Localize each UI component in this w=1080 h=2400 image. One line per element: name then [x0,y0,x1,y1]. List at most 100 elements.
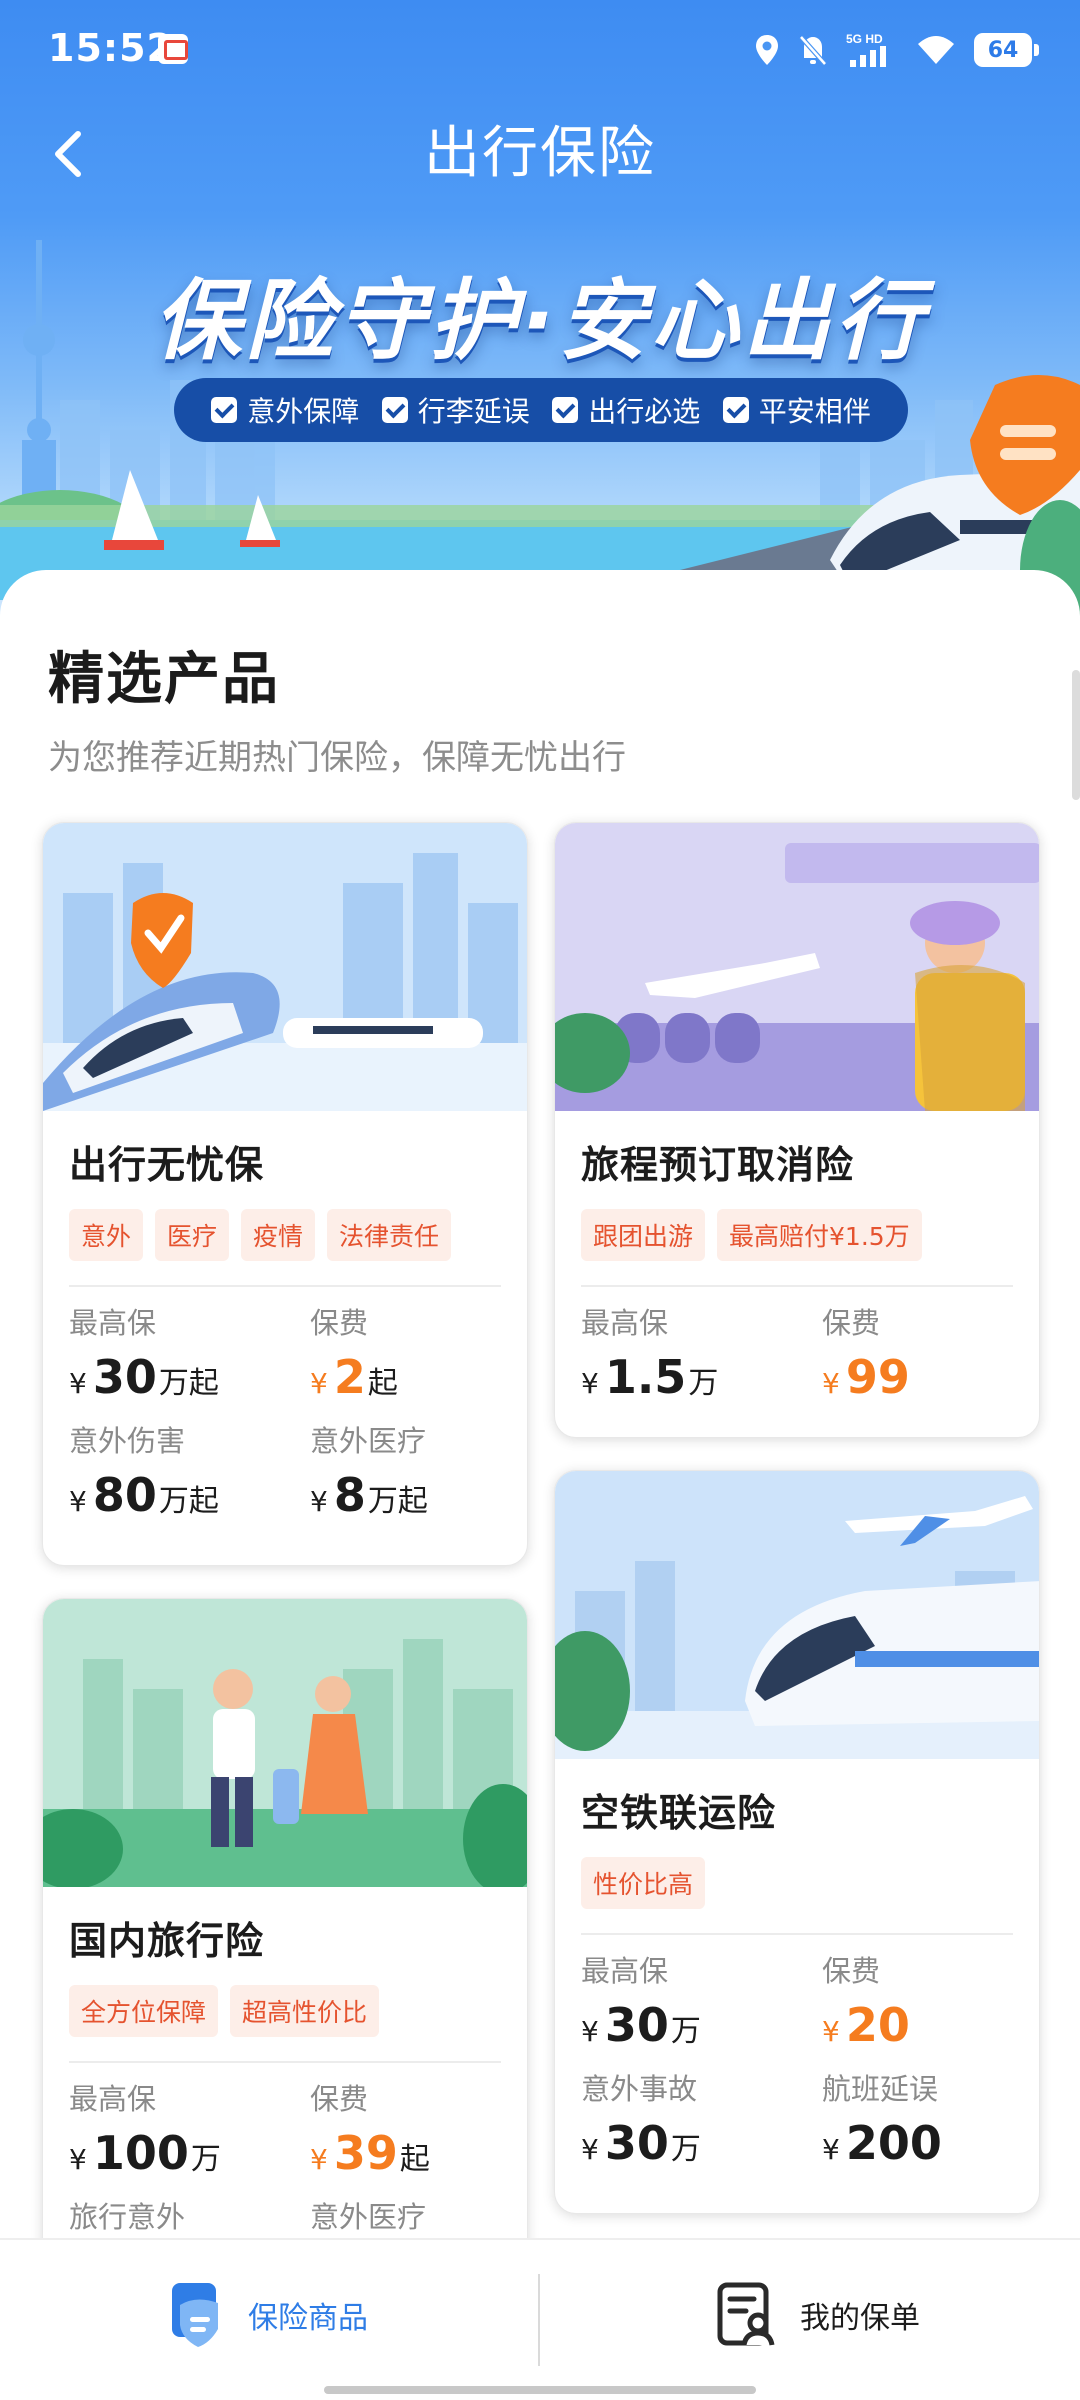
stat-label: 意外伤害 [69,1424,186,1458]
premium-value: ¥99 [822,1345,1032,1409]
stat-number: 200 [845,2116,942,2170]
bottom-tab-bar: 保险商品 我的保单 [0,2238,1080,2400]
stat-number: 100 [92,2126,189,2180]
premium-value: ¥39起 [310,2121,520,2185]
battery-indicator: 64 [974,33,1039,67]
currency-symbol: ¥ [69,1485,87,1518]
stat-label: 保费 [822,1306,881,1340]
stat-item: 意外医疗 [310,2195,520,2239]
stat-label: 最高保 [69,2082,157,2116]
product-card-air-rail[interactable]: 空铁联运险 性价比高 最高保 ¥30万 保费 ¥20 意外事故 ¥30万 航班延… [554,1470,1040,2214]
premium-value: ¥20 [822,1993,1032,2057]
signal-5g-icon: 5G HD [846,32,898,68]
stat-value: ¥8万起 [310,1463,520,1527]
stat-label: 意外医疗 [310,1424,427,1458]
stat-number: 2 [333,1350,366,1404]
product-name: 空铁联运险 [581,1791,777,1835]
stat-label: 航班延误 [822,2072,939,2106]
stat-label: 意外医疗 [310,2200,427,2234]
home-indicator[interactable] [324,2386,756,2394]
stat-item: 最高保 ¥30万起 [69,1301,310,1409]
stat-item: 航班延误 ¥200 [822,2067,1032,2175]
product-tags: 跟团出游 最高赔付¥1.5万 [581,1209,1013,1261]
stat-item: 保费 ¥99 [822,1301,1032,1409]
stat-unit: 万起 [158,1484,219,1519]
stat-unit: 万 [670,2014,701,2049]
tab-divider [538,2274,540,2366]
product-tag: 跟团出游 [581,1209,706,1261]
stat-number: 30 [604,1998,669,2052]
feature-label: 意外保障 [247,395,360,428]
product-tag: 最高赔付¥1.5万 [717,1209,922,1261]
stat-number: 30 [92,1350,157,1404]
stat-label: 最高保 [581,1954,669,1988]
stat-item: 保费 ¥20 [822,1949,1032,2057]
product-stats: 最高保 ¥30万起 保费 ¥2起 意外伤害 ¥80万起 意外医疗 ¥8万起 [69,1301,501,1527]
stat-value: ¥100万 [69,2121,310,2185]
header-banner: 15:52 5G HD 64 出行保险 保险守护·安心出行 意外保障 行李延误 … [0,0,1080,620]
product-tag: 超高性价比 [230,1985,380,2037]
stat-number: 1.5 [604,1350,687,1404]
stat-unit: 起 [399,2142,430,2177]
stat-value: ¥30万 [581,1993,822,2057]
stat-label: 最高保 [581,1306,669,1340]
stat-value: ¥1.5万 [581,1345,822,1409]
stat-unit: 万 [688,1366,719,1401]
check-icon [722,397,749,423]
tab-label: 保险商品 [248,2301,368,2336]
product-card-trip-cancellation[interactable]: 旅程预订取消险 跟团出游 最高赔付¥1.5万 最高保 ¥1.5万 保费 ¥99 [554,822,1040,1438]
tab-insurance-products[interactable]: 保险商品 [166,2240,368,2390]
stat-number: 30 [604,2116,669,2170]
currency-symbol: ¥ [581,2015,599,2048]
product-name: 国内旅行险 [69,1919,265,1963]
tab-label: 我的保单 [800,2301,920,2336]
product-tag: 意外 [69,1209,144,1261]
product-tags: 全方位保障 超高性价比 [69,1985,501,2037]
feature-pills: 意外保障 行李延误 出行必选 平安相伴 [174,378,908,442]
product-tag: 法律责任 [327,1209,452,1261]
stat-item: 最高保 ¥30万 [581,1949,822,2057]
feature-label: 平安相伴 [758,395,871,428]
check-icon [552,397,579,423]
currency-symbol: ¥ [822,2133,840,2166]
product-stats: 最高保 ¥100万 保费 ¥39起 旅行意外 意外医疗 [69,2077,501,2239]
product-name: 出行无忧保 [69,1143,265,1187]
tab-my-policies[interactable]: 我的保单 [716,2240,920,2390]
stat-number: 8 [333,1468,366,1522]
stat-item: 保费 ¥2起 [310,1301,520,1409]
stat-number: 39 [333,2126,398,2180]
feature-label: 行李延误 [417,395,530,428]
product-image [43,823,527,1111]
product-image [555,1471,1039,1759]
stat-label: 最高保 [69,1306,157,1340]
stat-value: ¥30万 [581,2111,822,2175]
stat-unit: 起 [367,1366,398,1401]
page-title: 出行保险 [424,121,656,186]
status-icons: 5G HD 64 [754,30,1039,70]
scrollbar[interactable] [1072,670,1080,800]
product-tag: 医疗 [155,1209,230,1261]
feature-label: 出行必选 [588,395,701,428]
stat-number: 20 [845,1998,910,2052]
feature-pill: 平安相伴 [722,390,871,430]
app-notification-icon [158,34,188,64]
check-icon [211,397,238,423]
stat-item: 保费 ¥39起 [310,2077,520,2185]
status-bar: 15:52 5G HD 64 [0,0,1080,100]
stat-unit: 万起 [158,1366,219,1401]
currency-symbol: ¥ [581,1367,599,1400]
product-tag: 性价比高 [581,1857,706,1909]
stat-label: 保费 [310,2082,369,2116]
product-card-travel-worry-free[interactable]: 出行无忧保 意外 医疗 疫情 法律责任 最高保 ¥30万起 保费 ¥2起 意外伤… [42,822,528,1566]
product-stats: 最高保 ¥30万 保费 ¥20 意外事故 ¥30万 航班延误 ¥200 [581,1949,1013,2175]
location-icon [754,32,780,68]
product-tag: 疫情 [241,1209,316,1261]
divider [581,1933,1013,1935]
product-tags: 性价比高 [581,1857,1013,1909]
stat-item: 意外伤害 ¥80万起 [69,1419,310,1527]
stat-item: 最高保 ¥1.5万 [581,1301,822,1409]
stat-item: 最高保 ¥100万 [69,2077,310,2185]
feature-pill: 出行必选 [552,390,700,430]
stat-label: 保费 [822,1954,881,1988]
product-card-domestic-travel[interactable]: 国内旅行险 全方位保障 超高性价比 最高保 ¥100万 保费 ¥39起 旅行意外 [42,1598,528,2240]
